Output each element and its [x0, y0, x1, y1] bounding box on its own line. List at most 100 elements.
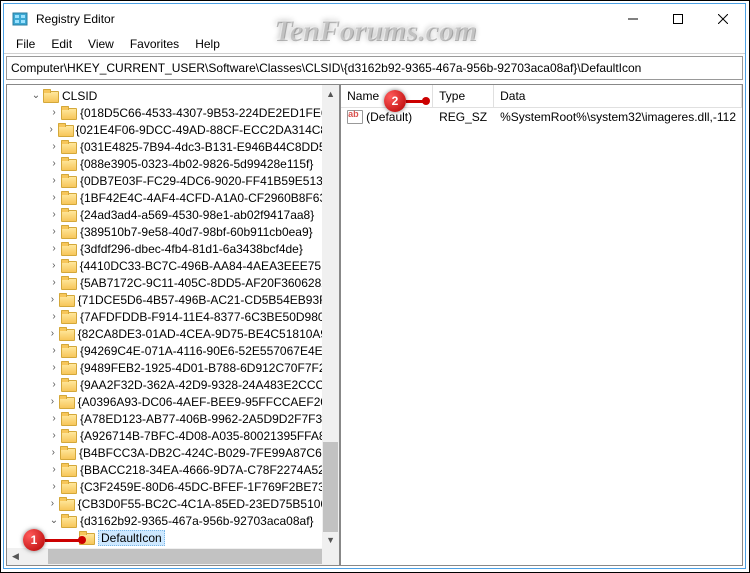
expand-icon[interactable]: ›	[46, 396, 60, 407]
tree-vertical-scrollbar[interactable]: ▲ ▼	[322, 85, 339, 548]
menu-view[interactable]: View	[80, 35, 122, 53]
tree-item-label: {021E4F06-9DCC-49AD-88CF-ECC2DA314C8A}	[76, 123, 339, 137]
value-row[interactable]: (Default) REG_SZ %SystemRoot%\system32\i…	[341, 108, 742, 126]
expand-icon[interactable]: ›	[47, 175, 61, 186]
collapse-icon[interactable]: ⌄	[47, 515, 61, 526]
folder-icon	[61, 514, 77, 528]
expand-icon[interactable]: ›	[47, 158, 61, 169]
expand-icon[interactable]: ›	[47, 209, 61, 220]
expand-icon[interactable]: ›	[45, 124, 58, 135]
expand-icon[interactable]: ›	[47, 226, 61, 237]
tree-pane[interactable]: ⌄CLSID›{018D5C66-4533-4307-9B53-224DE2ED…	[6, 84, 340, 566]
address-bar[interactable]	[6, 56, 743, 80]
tree-item[interactable]: › {021E4F06-9DCC-49AD-88CF-ECC2DA314C8A}	[7, 121, 339, 138]
minimize-button[interactable]	[610, 4, 655, 34]
folder-icon	[61, 276, 77, 290]
tree-item[interactable]: ›{BBACC218-34EA-4666-9D7A-C78F2274A524}	[7, 461, 339, 478]
list-pane[interactable]: Name Type Data (Default) REG_SZ %SystemR…	[340, 84, 743, 566]
string-value-icon	[347, 110, 363, 124]
expand-icon[interactable]: ›	[47, 277, 61, 288]
expand-icon[interactable]: ›	[47, 260, 61, 271]
tree-item[interactable]: ›{82CA8DE3-01AD-4CEA-9D75-BE4C51810A9E}	[7, 325, 339, 342]
expand-icon[interactable]: ›	[47, 481, 61, 492]
expand-icon[interactable]: ›	[46, 294, 60, 305]
tree-item[interactable]: ›{B4BFCC3A-DB2C-424C-B029-7FE99A87C641}	[7, 444, 339, 461]
expand-icon[interactable]: ›	[46, 447, 60, 458]
tree-item[interactable]: ⌄CLSID	[7, 87, 339, 104]
tree-item[interactable]: ›{7AFDFDDB-F914-11E4-8377-6C3BE50D980C}	[7, 308, 339, 325]
tree-item-label: {5AB7172C-9C11-405C-8DD5-AF20F3606282}	[80, 276, 332, 290]
expand-icon[interactable]: ›	[47, 192, 61, 203]
column-data[interactable]: Data	[494, 85, 742, 107]
scroll-up-button[interactable]: ▲	[322, 85, 339, 102]
value-data: %SystemRoot%\system32\imageres.dll,-112	[494, 110, 742, 124]
folder-icon	[60, 446, 76, 460]
expand-icon[interactable]: ›	[47, 379, 61, 390]
tree-item-label: {4410DC33-BC7C-496B-AA84-4AEA3EEE75F7}	[80, 259, 340, 273]
tree-item[interactable]: › {9AA2F32D-362A-42D9-9328-24A483E2CCC3}	[7, 376, 339, 393]
folder-icon	[61, 157, 77, 171]
expand-icon[interactable]: ›	[47, 362, 61, 373]
tree-item[interactable]: ›{A926714B-7BFC-4D08-A035-80021395FFA8}	[7, 427, 339, 444]
tree-item[interactable]: ›{9489FEB2-1925-4D01-B788-6D912C70F7F2}	[7, 359, 339, 376]
value-type: REG_SZ	[433, 110, 494, 124]
folder-icon	[59, 293, 74, 307]
tree-item-label: {CB3D0F55-BC2C-4C1A-85ED-23ED75B5106B}	[78, 497, 339, 511]
tree-item-label: {A78ED123-AB77-406B-9962-2A5D9D2F7F30}	[80, 412, 333, 426]
tree-item[interactable]: ›{018D5C66-4533-4307-9B53-224DE2ED1FE6}	[7, 104, 339, 121]
expand-icon[interactable]: ›	[46, 498, 60, 509]
tree-item-label: {0DB7E03F-FC29-4DC6-9020-FF41B59E513A}	[80, 174, 335, 188]
tree-item[interactable]: › {4410DC33-BC7C-496B-AA84-4AEA3EEE75F7}	[7, 257, 339, 274]
tree-item[interactable]: ›{C3F2459E-80D6-45DC-BFEF-1F769F2BE730}	[7, 478, 339, 495]
scroll-thumb[interactable]	[323, 442, 338, 532]
menubar: File Edit View Favorites Help	[4, 34, 745, 54]
tree-item[interactable]: › {0DB7E03F-FC29-4DC6-9020-FF41B59E513A}	[7, 172, 339, 189]
menu-favorites[interactable]: Favorites	[122, 35, 187, 53]
expand-icon[interactable]: ›	[47, 141, 61, 152]
menu-edit[interactable]: Edit	[43, 35, 80, 53]
expand-icon[interactable]: ›	[47, 430, 61, 441]
tree-item[interactable]: › {088e3905-0323-4b02-9826-5d99428e115f}	[7, 155, 339, 172]
expand-icon[interactable]: ›	[47, 243, 61, 254]
expand-icon[interactable]: ›	[47, 345, 61, 356]
tree-item[interactable]: ›{3dfdf296-dbec-4fb4-81d1-6a3438bcf4de}	[7, 240, 339, 257]
scroll-left-button[interactable]: ◀	[7, 548, 24, 565]
expand-icon[interactable]: ›	[47, 464, 61, 475]
address-input[interactable]	[11, 61, 738, 75]
tree-item-label: {031E4825-7B94-4dc3-B131-E946B44C8DD5}	[80, 140, 330, 154]
tree-item-label: {088e3905-0323-4b02-9826-5d99428e115f}	[80, 157, 313, 171]
folder-icon	[61, 106, 77, 120]
tree-item[interactable]: DefaultIcon	[7, 529, 339, 546]
tree-item[interactable]: ›{389510b7-9e58-40d7-98bf-60b911cb0ea9}	[7, 223, 339, 240]
tree-horizontal-scrollbar[interactable]: ◀ ▶	[7, 548, 322, 565]
maximize-button[interactable]	[655, 4, 700, 34]
menu-file[interactable]: File	[8, 35, 43, 53]
menu-help[interactable]: Help	[187, 35, 228, 53]
tree-item-label: {A0396A93-DC06-4AEF-BEE9-95FFCCAEF20E}	[78, 395, 339, 409]
folder-icon	[61, 463, 77, 477]
close-button[interactable]	[700, 4, 745, 34]
tree-item-label: DefaultIcon	[98, 530, 165, 546]
tree-item[interactable]: › {5AB7172C-9C11-405C-8DD5-AF20F3606282}	[7, 274, 339, 291]
scroll-down-button[interactable]: ▼	[322, 531, 339, 548]
tree-item[interactable]: › {031E4825-7B94-4dc3-B131-E946B44C8DD5}	[7, 138, 339, 155]
collapse-icon[interactable]: ⌄	[29, 90, 43, 101]
tree-item[interactable]: ›{71DCE5D6-4B57-496B-AC21-CD5B54EB93FD}	[7, 291, 339, 308]
annotation-callout-2: 2	[384, 90, 406, 112]
scroll-thumb[interactable]	[48, 549, 328, 564]
tree-item[interactable]: › {A0396A93-DC06-4AEF-BEE9-95FFCCAEF20E}	[7, 393, 339, 410]
tree-item[interactable]: ›{1BF42E4C-4AF4-4CFD-A1A0-CF2960B8F63E}	[7, 189, 339, 206]
folder-icon	[61, 429, 77, 443]
tree-item[interactable]: ⌄{d3162b92-9365-467a-956b-92703aca08af}	[7, 512, 339, 529]
expand-icon[interactable]: ›	[47, 311, 61, 322]
tree-item[interactable]: ›{94269C4E-071A-4116-90E6-52E557067E4E}	[7, 342, 339, 359]
titlebar[interactable]: Registry Editor	[4, 4, 745, 34]
expand-icon[interactable]: ›	[47, 107, 61, 118]
tree-item[interactable]: ›{24ad3ad4-a569-4530-98e1-ab02f9417aa8}	[7, 206, 339, 223]
tree-item[interactable]: › {CB3D0F55-BC2C-4C1A-85ED-23ED75B5106B}	[7, 495, 339, 512]
expand-icon[interactable]: ›	[47, 413, 61, 424]
tree-item-label: {9AA2F32D-362A-42D9-9328-24A483E2CCC3}	[80, 378, 335, 392]
column-type[interactable]: Type	[433, 85, 494, 107]
tree-item[interactable]: › {A78ED123-AB77-406B-9962-2A5D9D2F7F30}	[7, 410, 339, 427]
expand-icon[interactable]: ›	[46, 328, 60, 339]
